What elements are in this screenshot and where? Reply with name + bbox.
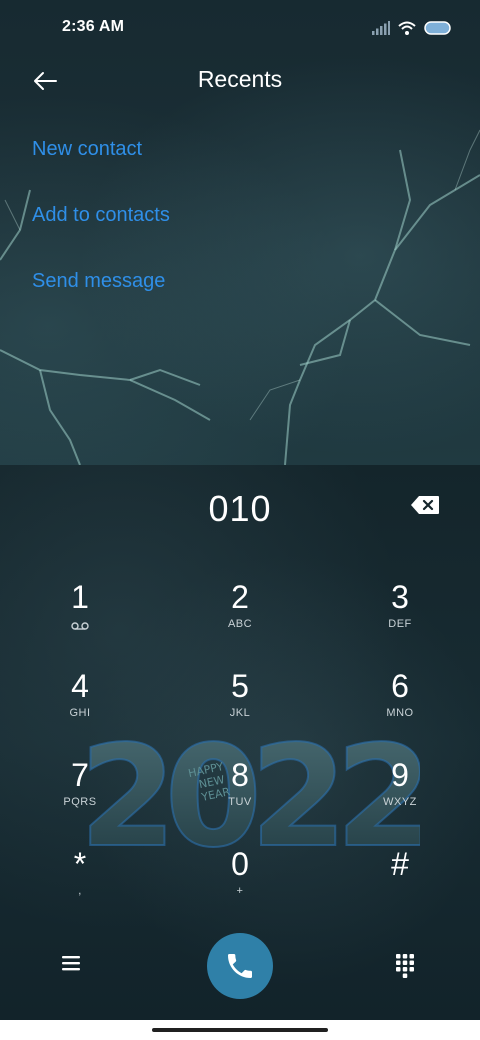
new-contact-link[interactable]: New contact — [32, 138, 142, 161]
key-9[interactable]: 9 WXYZ — [345, 756, 455, 838]
home-indicator[interactable] — [152, 1028, 328, 1032]
voicemail-icon — [71, 622, 89, 630]
key-digit: 7 — [71, 757, 89, 793]
key-digit: 0 — [231, 846, 249, 882]
add-to-contacts-link[interactable]: Add to contacts — [32, 204, 170, 227]
key-8[interactable]: 8 TUV — [185, 756, 295, 838]
key-letters: PQRS — [63, 796, 97, 808]
dialpad-toggle-button[interactable] — [395, 953, 419, 981]
key-digit: 8 — [231, 757, 249, 793]
key-4[interactable]: 4 GHI — [25, 667, 135, 749]
key-1[interactable]: 1 — [25, 578, 135, 660]
key-digit: 1 — [71, 579, 89, 615]
key-3[interactable]: 3 DEF — [345, 578, 455, 660]
key-letters: MNO — [386, 707, 414, 719]
key-letters: GHI — [69, 707, 91, 719]
key-hash[interactable]: # — [345, 845, 455, 927]
key-digit: # — [391, 846, 409, 882]
key-6[interactable]: 6 MNO — [345, 667, 455, 749]
menu-button[interactable] — [60, 953, 88, 977]
key-digit: 3 — [391, 579, 409, 615]
send-message-link[interactable]: Send message — [32, 270, 165, 293]
status-time: 2:36 AM — [62, 18, 125, 35]
key-0[interactable]: 0 + — [185, 845, 295, 927]
key-letters: WXYZ — [383, 796, 417, 808]
signal-icon — [372, 21, 390, 35]
key-letters: DEF — [388, 618, 412, 630]
key-7[interactable]: 7 PQRS — [25, 756, 135, 838]
key-digit: 5 — [231, 668, 249, 704]
key-digit: 9 — [391, 757, 409, 793]
key-star[interactable]: * , — [25, 845, 135, 927]
call-button[interactable] — [207, 933, 273, 999]
menu-icon — [62, 956, 80, 971]
key-letters: JKL — [229, 707, 251, 719]
key-letters: ABC — [227, 618, 253, 630]
key-digit: 4 — [71, 668, 89, 704]
page-title: Recents — [197, 66, 283, 92]
backspace-icon — [411, 496, 439, 514]
key-digit: 2 — [231, 579, 249, 615]
wifi-icon — [398, 21, 416, 35]
battery-icon — [424, 21, 451, 35]
dialer-screen: 2022 HAPPY NEW YEAR 2:36 AM Recents New … — [0, 0, 480, 1040]
status-bar: 2:36 AM — [0, 0, 480, 56]
key-letters: + — [236, 885, 244, 897]
dialed-number-display: 010 — [208, 488, 272, 529]
status-icons — [372, 18, 452, 38]
key-digit: 6 — [391, 668, 409, 704]
key-digit: * — [73, 846, 87, 882]
backspace-button[interactable] — [410, 495, 444, 521]
key-2[interactable]: 2 ABC — [185, 578, 295, 660]
key-5[interactable]: 5 JKL — [185, 667, 295, 749]
phone-icon — [228, 954, 252, 978]
key-letters: TUV — [228, 796, 252, 808]
key-letters: , — [78, 885, 82, 897]
dialpad-icon — [396, 954, 414, 978]
navigation-bar — [0, 1020, 480, 1040]
